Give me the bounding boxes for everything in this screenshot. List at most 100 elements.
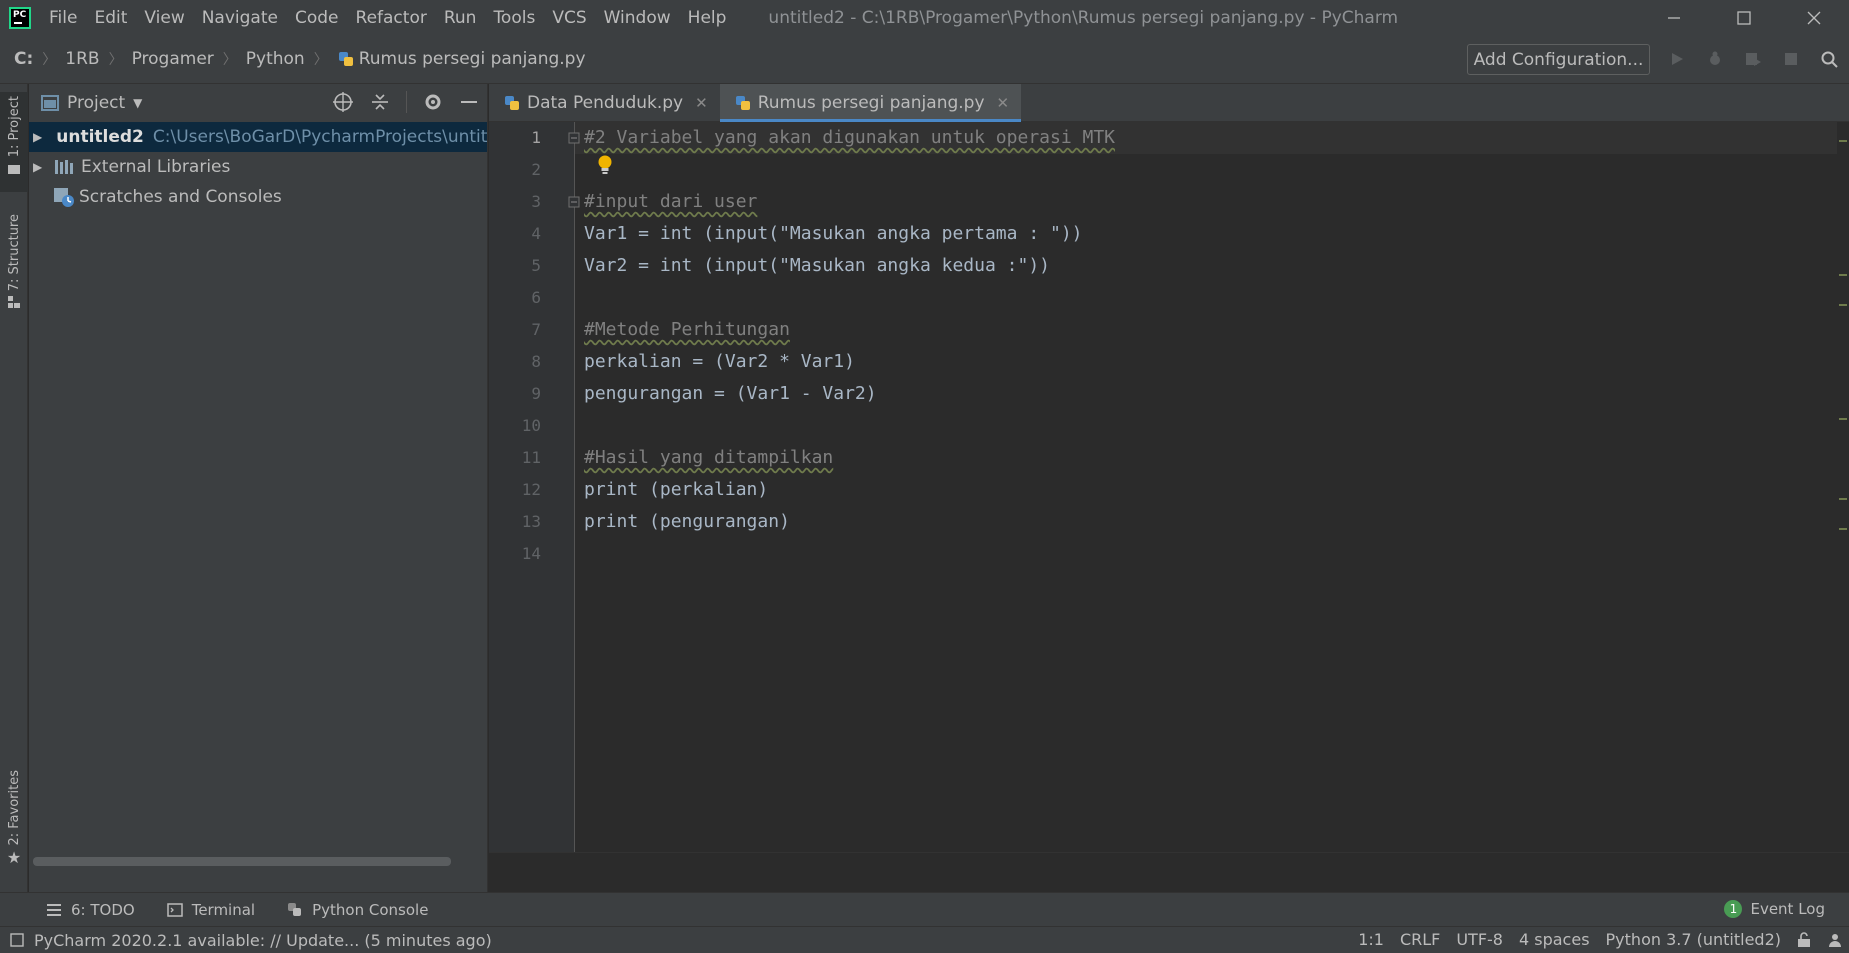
python-file-icon bbox=[505, 96, 519, 110]
comment: #Hasil yang ditampilkan bbox=[584, 447, 834, 468]
bottom-tool-bar: 6: TODO Terminal Python Console 1 Event … bbox=[0, 892, 1849, 926]
horizontal-scrollbar[interactable] bbox=[33, 857, 451, 866]
project-view-selector[interactable]: Project ▼ bbox=[41, 93, 142, 113]
tree-item-label: untitled2 bbox=[56, 127, 144, 147]
tree-item-scratches[interactable]: Scratches and Consoles bbox=[29, 182, 487, 212]
python-file-icon bbox=[338, 52, 353, 66]
status-bar: PyCharm 2020.2.1 available: // Update...… bbox=[0, 926, 1849, 953]
terminal-tool-button[interactable]: Terminal bbox=[166, 901, 255, 919]
terminal-icon bbox=[166, 902, 183, 917]
menu-help[interactable]: Help bbox=[688, 8, 727, 28]
menu-tools[interactable]: Tools bbox=[493, 8, 535, 28]
tab-data-penduduk[interactable]: Data Penduduk.py ✕ bbox=[489, 84, 720, 122]
comment: #input dari user bbox=[584, 191, 758, 212]
code-line-4: Var1 = int (input("Masukan angka pertama… bbox=[584, 218, 1083, 250]
menu-run[interactable]: Run bbox=[444, 8, 477, 28]
python-console-tool-button[interactable]: Python Console bbox=[287, 901, 428, 919]
line-number: 14 bbox=[521, 544, 541, 563]
line-number: 8 bbox=[531, 352, 541, 371]
line-number: 10 bbox=[521, 416, 541, 435]
breadcrumb-1rb[interactable]: 1RB bbox=[65, 49, 99, 69]
code-line-13: print (pengurangan) bbox=[584, 506, 790, 538]
update-notification: PyCharm 2020.2.1 available: // Update...… bbox=[34, 930, 492, 950]
menu-file[interactable]: File bbox=[49, 8, 77, 28]
breadcrumb: C: 〉 1RB 〉 Progamer 〉 Python 〉 Rumus per… bbox=[14, 49, 586, 69]
code-line-11: #Hasil yang ditampilkan bbox=[584, 442, 833, 474]
close-tab-icon[interactable]: ✕ bbox=[997, 94, 1010, 112]
run-button[interactable] bbox=[1665, 47, 1689, 71]
editor-bottom-area bbox=[489, 852, 1849, 892]
python-interpreter[interactable]: Python 3.7 (untitled2) bbox=[1606, 930, 1781, 949]
stop-button[interactable] bbox=[1779, 47, 1803, 71]
project-panel-title: Project bbox=[67, 93, 126, 113]
breadcrumb-file[interactable]: Rumus persegi panjang.py bbox=[359, 49, 586, 69]
status-widgets: 1:1 CRLF UTF-8 4 spaces Python 3.7 (unti… bbox=[1358, 930, 1843, 949]
window-controls bbox=[1639, 0, 1849, 35]
line-number: 5 bbox=[531, 256, 541, 275]
line-number: 3 bbox=[531, 192, 541, 211]
expand-arrow-icon[interactable]: ▶ bbox=[33, 160, 45, 174]
hide-panel-icon[interactable] bbox=[459, 92, 479, 112]
breadcrumb-drive[interactable]: C: bbox=[14, 49, 33, 69]
lightbulb-icon[interactable] bbox=[596, 154, 614, 176]
structure-tool-label: 7: Structure bbox=[6, 214, 22, 292]
line-number: 13 bbox=[521, 512, 541, 531]
code-line-3: #input dari user bbox=[584, 186, 757, 218]
expand-arrow-icon[interactable]: ▶ bbox=[33, 130, 42, 144]
left-tool-window-strip: 1: Project 7: Structure 2: Favorites ★ bbox=[0, 84, 28, 892]
inspector-icon[interactable] bbox=[1827, 932, 1843, 948]
caret-position[interactable]: 1:1 bbox=[1358, 930, 1384, 949]
title-bar: PC File Edit View Navigate Code Refactor… bbox=[0, 0, 1849, 35]
fold-marker-icon[interactable] bbox=[568, 132, 581, 145]
coverage-button[interactable] bbox=[1741, 47, 1765, 71]
menu-code[interactable]: Code bbox=[295, 8, 339, 28]
todo-tool-button[interactable]: 6: TODO bbox=[46, 901, 135, 919]
line-separator[interactable]: CRLF bbox=[1400, 930, 1440, 949]
status-message[interactable]: PyCharm 2020.2.1 available: // Update...… bbox=[10, 931, 492, 950]
tree-item-external-libraries[interactable]: ▶ External Libraries bbox=[29, 152, 487, 182]
tab-project-tool[interactable]: 1: Project bbox=[0, 92, 28, 192]
close-window-button[interactable] bbox=[1779, 0, 1849, 35]
folder-icon bbox=[8, 165, 20, 175]
code-line-12: print (perkalian) bbox=[584, 474, 768, 506]
locate-icon[interactable] bbox=[332, 91, 354, 113]
menu-vcs[interactable]: VCS bbox=[552, 8, 586, 28]
menu-navigate[interactable]: Navigate bbox=[202, 8, 278, 28]
menu-window[interactable]: Window bbox=[604, 8, 671, 28]
gear-icon[interactable] bbox=[423, 92, 443, 112]
tree-item-untitled2[interactable]: ▶ untitled2 C:\Users\BoGarD\PycharmProje… bbox=[29, 122, 487, 152]
maximize-icon bbox=[1737, 10, 1751, 25]
favorites-tool-label: 2: Favorites bbox=[6, 770, 22, 846]
project-path: C:\Users\BoGarD\PycharmProjects\untitled… bbox=[152, 127, 487, 147]
breadcrumb-progamer[interactable]: Progamer bbox=[132, 49, 214, 69]
error-stripe[interactable] bbox=[1837, 122, 1849, 852]
minimize-button[interactable] bbox=[1639, 0, 1709, 35]
menu-refactor[interactable]: Refactor bbox=[356, 8, 427, 28]
collapse-all-icon[interactable] bbox=[370, 92, 390, 112]
debug-button[interactable] bbox=[1703, 47, 1727, 71]
search-icon bbox=[1821, 51, 1838, 68]
tab-structure-tool[interactable]: 7: Structure bbox=[0, 214, 28, 314]
menu-view[interactable]: View bbox=[144, 8, 184, 28]
tab-favorites-tool[interactable]: 2: Favorites ★ bbox=[0, 770, 28, 870]
coverage-icon bbox=[1746, 53, 1761, 66]
event-log-button[interactable]: 1 Event Log bbox=[1724, 900, 1825, 918]
close-tab-icon[interactable]: ✕ bbox=[695, 94, 708, 112]
event-count-badge: 1 bbox=[1724, 900, 1743, 918]
menu-edit[interactable]: Edit bbox=[94, 8, 127, 28]
chevron-right-icon: 〉 bbox=[222, 52, 237, 68]
breadcrumb-python[interactable]: Python bbox=[246, 49, 305, 69]
lock-icon[interactable] bbox=[1797, 931, 1811, 948]
python-file-icon bbox=[735, 96, 750, 110]
tab-rumus-persegi-panjang[interactable]: Rumus persegi panjang.py ✕ bbox=[719, 84, 1022, 122]
editor-tabs: Data Penduduk.py ✕ Rumus persegi panjang… bbox=[489, 84, 1849, 122]
file-encoding[interactable]: UTF-8 bbox=[1456, 930, 1503, 949]
debug-icon bbox=[1710, 51, 1720, 65]
maximize-button[interactable] bbox=[1709, 0, 1779, 35]
line-number: 11 bbox=[521, 448, 541, 467]
indent-setting[interactable]: 4 spaces bbox=[1519, 930, 1590, 949]
fold-marker-icon[interactable] bbox=[568, 196, 581, 209]
tool-windows-icon bbox=[10, 933, 24, 947]
search-everywhere-button[interactable] bbox=[1817, 47, 1841, 71]
add-configuration-button[interactable]: Add Configuration... bbox=[1467, 44, 1650, 75]
